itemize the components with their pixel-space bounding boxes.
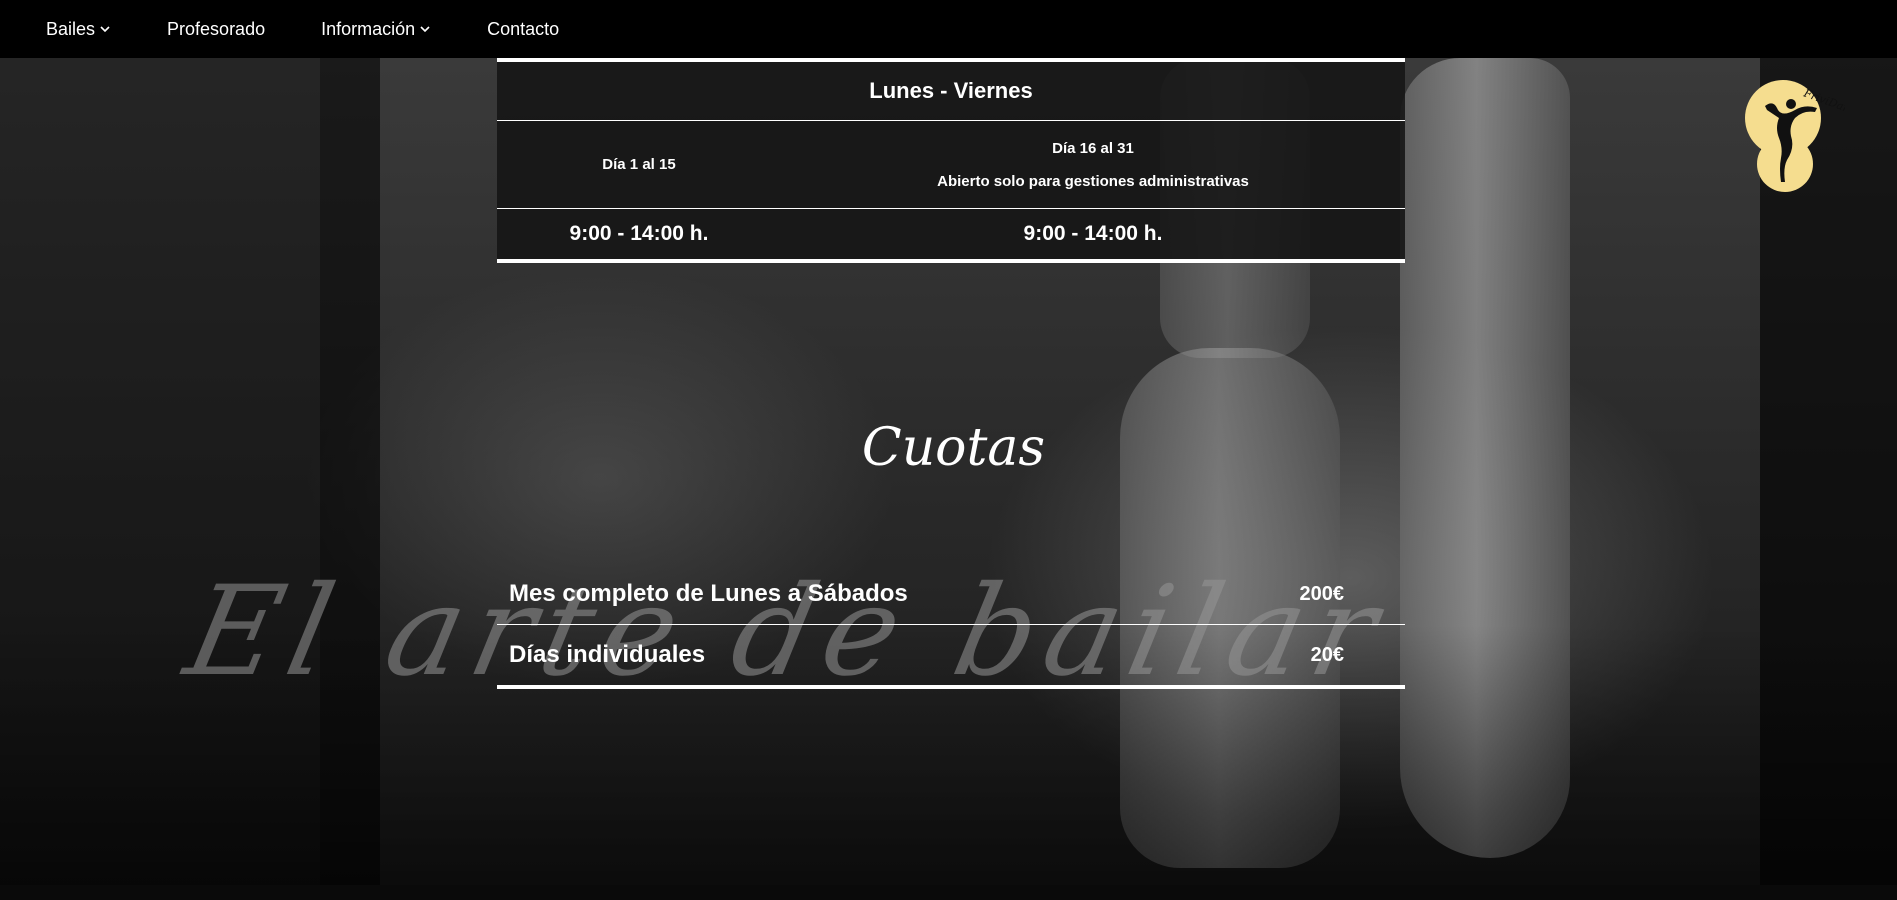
schedule-days-col2-range: Día 16 al 31 [1052,139,1134,157]
nav-item-label: Información [321,18,416,39]
fee-row: Días individuales 20€ [497,625,1405,685]
nav-item-label: Bailes [46,18,96,39]
schedule-hours-col1: 9:00 - 14:00 h. [569,222,709,245]
nav-item-contacto[interactable]: Contacto [487,19,559,40]
schedule-hours-row: 9:00 - 14:00 h. 9:00 - 14:00 h. [497,209,1405,259]
schedule-days-col2-note: Abierto solo para gestiones administrati… [937,172,1249,190]
fees-table: Mes completo de Lunes a Sábados 200€ Día… [497,564,1405,689]
nav-item-label: Contacto [487,18,560,39]
site-logo[interactable]: FriviDance [1725,78,1864,198]
chevron-down-icon [100,26,110,33]
fee-name: Días individuales [509,641,706,668]
page: Bailes Profesorado Información Contacto … [0,0,1897,900]
schedule-heading: Lunes - Viernes [869,78,1033,103]
cuotas-title: Cuotas [861,418,1046,478]
nav-item-informacion[interactable]: Información [321,19,431,40]
fee-price: 20€ [1310,643,1344,666]
schedule-table: Lunes - Viernes Día 1 al 15 Día 16 al 31… [497,58,1405,263]
schedule-hours-col2: 9:00 - 14:00 h. [1023,222,1163,245]
nav-item-profesorado[interactable]: Profesorado [167,19,265,40]
schedule-days-col1: Día 1 al 15 [602,156,676,173]
fee-name: Mes completo de Lunes a Sábados [509,580,908,607]
divider [497,259,1405,263]
nav-item-label: Profesorado [167,18,266,39]
chevron-down-icon [420,26,430,33]
schedule-days-col2: Día 16 al 31 Abierto solo para gestiones… [781,140,1405,190]
top-nav: Bailes Profesorado Información Contacto [0,0,1897,58]
schedule-days-row: Día 1 al 15 Día 16 al 31 Abierto solo pa… [497,121,1405,208]
nav-item-bailes[interactable]: Bailes [46,19,111,40]
dancer-logo-icon: FriviDance [1745,80,1864,192]
bottom-strip [0,885,1897,900]
fee-row: Mes completo de Lunes a Sábados 200€ [497,564,1405,624]
fee-price: 200€ [1299,582,1345,605]
divider [497,685,1405,689]
